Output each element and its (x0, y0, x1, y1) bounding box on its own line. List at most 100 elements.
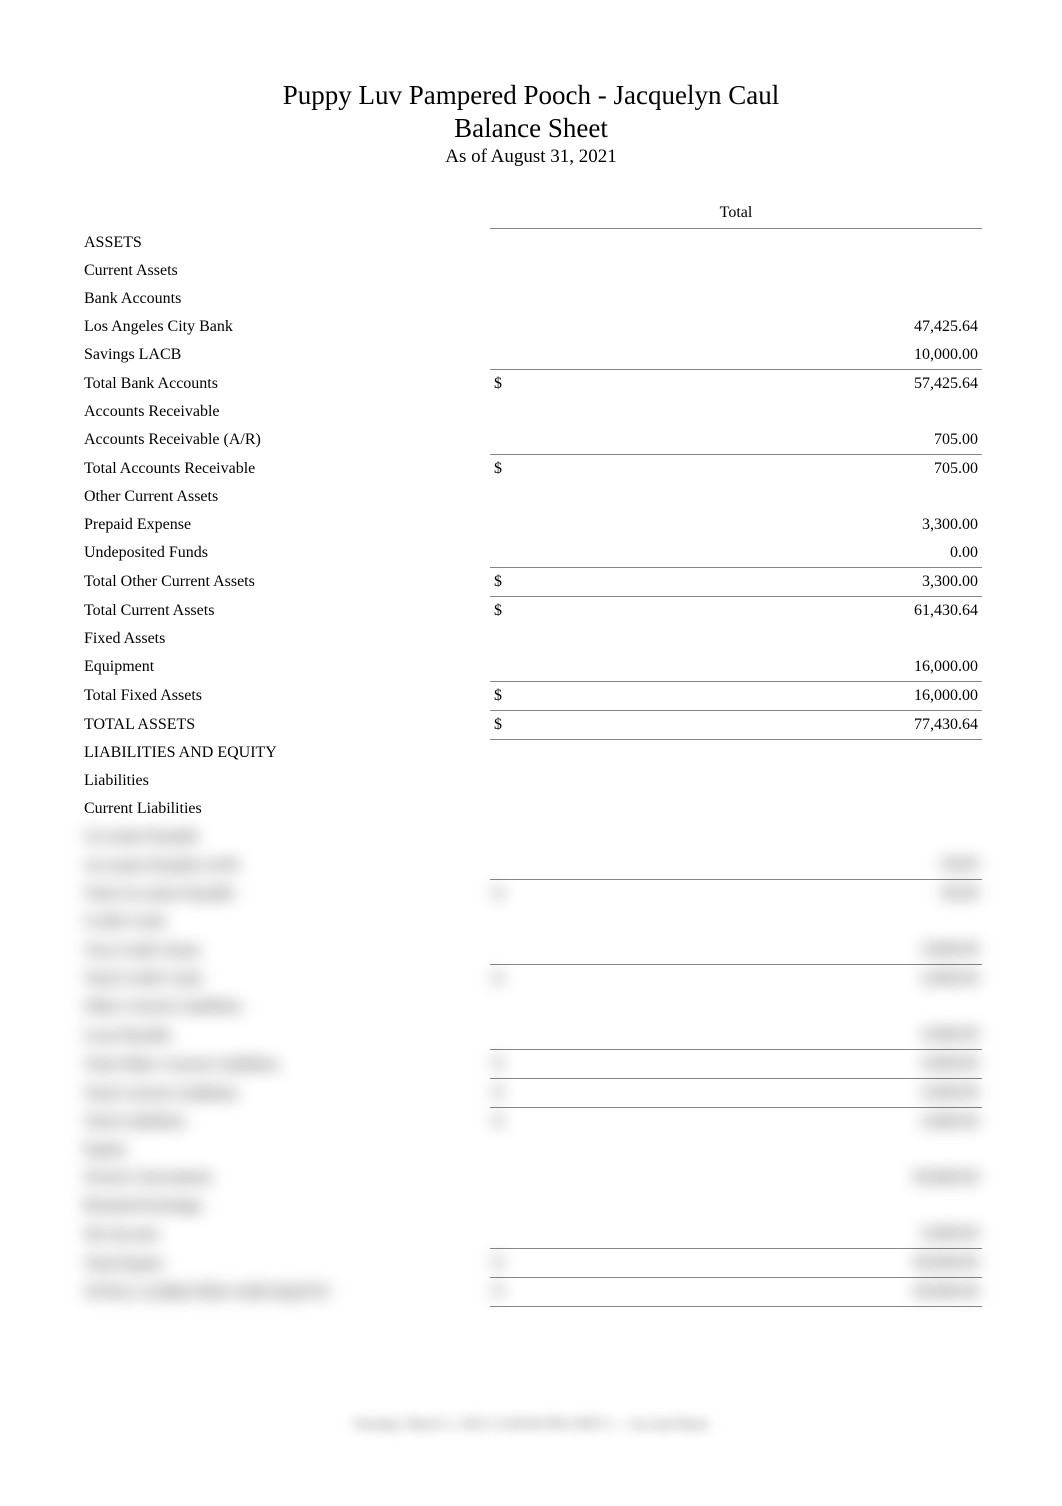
currency-symbol (490, 285, 528, 313)
table-row: Undeposited Funds0.00 (80, 539, 982, 568)
currency-symbol (490, 1220, 528, 1249)
account-label: Net Income (80, 1220, 490, 1249)
amount-value: 3,300.00 (528, 567, 982, 596)
amount-value (528, 1136, 982, 1164)
table-row: TOTAL ASSETS$77,430.64 (80, 710, 982, 739)
table-row: Current Liabilities (80, 795, 982, 823)
column-header-total: Total (490, 198, 982, 229)
currency-symbol (490, 229, 528, 257)
amount-value (528, 739, 982, 767)
currency-symbol (490, 1136, 528, 1164)
amount-value (528, 823, 982, 851)
currency-symbol (490, 625, 528, 653)
table-row: Total Equity$00,000.00 (80, 1249, 982, 1278)
report-footer: Tuesday, March 1, 2022 12:00:00 PM GMT-5… (80, 1417, 982, 1433)
account-label: Visa Credit Union (80, 936, 490, 965)
table-row: Los Angeles City Bank 47,425.64 (80, 313, 982, 341)
account-label: LIABILITIES AND EQUITY (80, 739, 490, 767)
account-label: Total Other Current Assets (80, 567, 490, 596)
currency-symbol (490, 653, 528, 682)
table-row: Accounts Receivable (A/R) 705.00 (80, 426, 982, 455)
table-row: Owner's Investment00,000.00 (80, 1164, 982, 1192)
amount-value: 00,000.00 (528, 1249, 982, 1278)
table-row: Retained Earnings (80, 1192, 982, 1220)
account-label: Total Current Liabilities (80, 1079, 490, 1108)
amount-value: 16,000.00 (528, 681, 982, 710)
currency-symbol (490, 993, 528, 1021)
account-label: Equipment (80, 653, 490, 682)
table-row: Accounts Payable (80, 823, 982, 851)
currency-symbol: $ (490, 1249, 528, 1278)
account-label: Total Equity (80, 1249, 490, 1278)
account-label: Accounts Receivable (80, 398, 490, 426)
account-label: Total Liabilities (80, 1108, 490, 1137)
amount-value: 0,000.00 (528, 965, 982, 994)
table-row: Liabilities (80, 767, 982, 795)
currency-symbol (490, 398, 528, 426)
amount-value: 16,000.00 (528, 653, 982, 682)
amount-value (528, 1192, 982, 1220)
account-label: Total Current Assets (80, 596, 490, 625)
table-row: Total Liabilities$0,000.00 (80, 1108, 982, 1137)
account-label: Owner's Investment (80, 1164, 490, 1192)
currency-symbol: $ (490, 454, 528, 483)
currency-symbol: $ (490, 567, 528, 596)
account-label: Total Credit Cards (80, 965, 490, 994)
amount-value (528, 625, 982, 653)
currency-symbol: $ (490, 596, 528, 625)
amount-value: 705.00 (528, 454, 982, 483)
amount-value: 0,000.00 (528, 1050, 982, 1079)
currency-symbol (490, 539, 528, 568)
account-label: Total Bank Accounts (80, 369, 490, 398)
table-row: Total Other Current Liabilities$0,000.00 (80, 1050, 982, 1079)
currency-symbol: $ (490, 681, 528, 710)
table-row: Equity (80, 1136, 982, 1164)
amount-value (528, 795, 982, 823)
amount-value (528, 767, 982, 795)
balance-sheet-table: Total ASSETSCurrent AssetsBank AccountsL… (80, 198, 982, 1307)
account-label: Los Angeles City Bank (80, 313, 490, 341)
currency-symbol: $ (490, 965, 528, 994)
currency-symbol (490, 823, 528, 851)
amount-value: 0,000.00 (528, 1108, 982, 1137)
amount-value: 57,425.64 (528, 369, 982, 398)
currency-symbol (490, 795, 528, 823)
currency-symbol (490, 739, 528, 767)
account-label: TOTAL LIABILITIES AND EQUITY (80, 1278, 490, 1307)
account-label: Accounts Receivable (A/R) (80, 426, 490, 455)
company-name: Puppy Luv Pampered Pooch - Jacquelyn Cau… (80, 80, 982, 111)
account-label: Credit Cards (80, 908, 490, 936)
currency-symbol (490, 851, 528, 880)
amount-value: 00,000.00 (528, 1278, 982, 1307)
account-label: Total Fixed Assets (80, 681, 490, 710)
account-label: Fixed Assets (80, 625, 490, 653)
amount-value (528, 229, 982, 257)
table-row: Total Accounts Payable$00.00 (80, 880, 982, 909)
amount-value: 61,430.64 (528, 596, 982, 625)
table-row: Visa Credit Union 0,000.00 (80, 936, 982, 965)
balance-sheet-page: Puppy Luv Pampered Pooch - Jacquelyn Cau… (0, 0, 1062, 1473)
amount-value: 10,000.00 (528, 341, 982, 370)
table-row: Other Current Liabilities (80, 993, 982, 1021)
currency-symbol (490, 313, 528, 341)
account-label: Current Liabilities (80, 795, 490, 823)
table-row: Savings LACB 10,000.00 (80, 341, 982, 370)
amount-value: 00.00 (528, 851, 982, 880)
account-label: Savings LACB (80, 341, 490, 370)
report-title: Balance Sheet (80, 113, 982, 144)
table-row: Total Accounts Receivable$705.00 (80, 454, 982, 483)
amount-value (528, 257, 982, 285)
amount-value: 47,425.64 (528, 313, 982, 341)
amount-value: 705.00 (528, 426, 982, 455)
currency-symbol: $ (490, 710, 528, 739)
amount-value: 0,000.00 (528, 936, 982, 965)
account-label: Accounts Payable (80, 823, 490, 851)
table-row: Current Assets (80, 257, 982, 285)
table-row: Total Current Liabilities$0,000.00 (80, 1079, 982, 1108)
amount-value (528, 285, 982, 313)
currency-symbol (490, 767, 528, 795)
amount-value (528, 993, 982, 1021)
currency-symbol: $ (490, 1050, 528, 1079)
table-row: Equipment 16,000.00 (80, 653, 982, 682)
amount-value (528, 398, 982, 426)
